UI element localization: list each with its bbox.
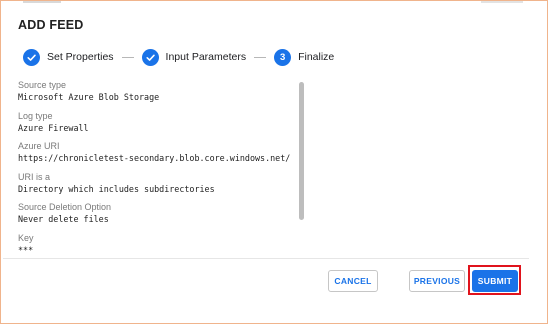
step-set-properties[interactable]: Set Properties [23,48,114,66]
check-icon [141,48,159,66]
scrollbar[interactable] [299,80,305,258]
step-finalize: 3 Finalize [274,48,335,66]
feed-summary: Source type Microsoft Azure Blob Storage… [18,80,300,258]
step-connector [121,56,134,58]
field-source-type: Source type Microsoft Azure Blob Storage [18,80,300,104]
screenshot-frame: ADD FEED Set Properties Input Parameters… [0,0,548,324]
step-label: Set Properties [47,51,114,63]
field-azure-uri: Azure URI https://chronicletest-secondar… [18,141,300,165]
step-input-parameters[interactable]: Input Parameters [141,48,247,66]
field-value: Microsoft Azure Blob Storage [18,92,160,102]
field-value: https://chronicletest-secondary.blob.cor… [18,153,291,163]
field-label: URI is a [18,171,51,182]
field-value: *** [18,244,34,255]
step-label: Input Parameters [165,51,247,63]
field-key: Key *** [18,233,300,257]
field-label: Azure URI [18,141,60,151]
add-feed-dialog: ADD FEED Set Properties Input Parameters… [3,4,529,312]
check-icon [23,48,40,66]
footer-divider [3,258,529,259]
field-value: Directory which includes subdirectories [18,183,215,194]
background-element [23,1,61,3]
cancel-button[interactable]: CANCEL [328,270,378,292]
background-element [481,1,523,3]
previous-button[interactable]: PREVIOUS [409,270,465,292]
field-label: Source type [18,80,67,90]
field-uri-is-a: URI is a Directory which includes subdir… [18,172,300,196]
step-label: Finalize [298,51,335,63]
field-source-deletion-option: Source Deletion Option Never delete file… [18,202,300,226]
field-value: Azure Firewall [18,122,89,133]
step-number: 3 [274,48,292,66]
submit-button[interactable]: SUBMIT [472,270,518,292]
field-log-type: Log type Azure Firewall [18,111,300,135]
step-connector [254,56,267,58]
field-label: Key [18,232,34,243]
field-value: Never delete files [18,214,109,224]
dialog-title: ADD FEED [18,18,84,32]
stepper: Set Properties Input Parameters 3 Finali… [23,48,334,66]
field-label: Log type [18,110,53,121]
field-label: Source Deletion Option [18,202,112,212]
scrollbar-thumb[interactable] [299,82,304,220]
